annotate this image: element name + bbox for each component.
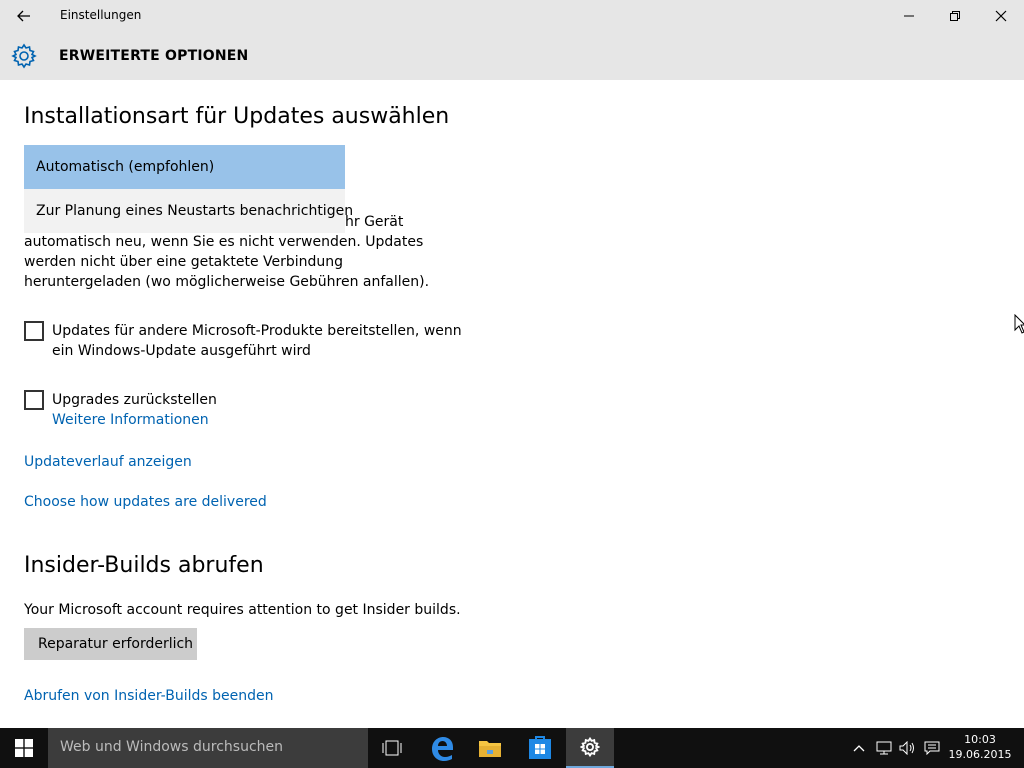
title-bar: Einstellungen (0, 0, 1024, 32)
settings-app-button[interactable] (566, 728, 614, 768)
mouse-cursor-icon (1014, 313, 1024, 338)
volume-button[interactable] (898, 728, 918, 768)
other-products-option[interactable]: Updates für andere Microsoft-Produkte be… (24, 321, 472, 361)
install-type-description: automatisch neu, wenn Sie es nicht verwe… (24, 234, 430, 290)
close-icon (995, 10, 1007, 22)
gear-icon (11, 43, 37, 69)
notification-icon (924, 741, 940, 755)
action-center-button[interactable] (922, 728, 942, 768)
defer-upgrades-label: Upgrades zurückstellen (52, 392, 217, 408)
file-explorer-button[interactable] (466, 728, 514, 768)
settings-content: Installationsart für Updates auswählen A… (0, 80, 1024, 728)
show-hidden-icons-button[interactable] (850, 728, 868, 768)
minimize-icon (904, 15, 914, 17)
clock[interactable]: 10:03 19.06.2015 (940, 732, 1020, 762)
insider-heading: Insider-Builds abrufen (24, 553, 264, 578)
repair-button[interactable]: Reparatur erforderlich (24, 628, 197, 660)
description-partial-text: hr Gerät (345, 214, 404, 230)
update-history-link[interactable]: Updateverlauf anzeigen (24, 454, 192, 470)
dropdown-option-automatic[interactable]: Automatisch (empfohlen) (24, 145, 345, 189)
network-button[interactable] (874, 728, 894, 768)
taskbar: Web und Windows durchsuchen 10:03 19.06.… (0, 728, 1024, 768)
page-header: ERWEITERTE OPTIONEN (0, 32, 1024, 80)
install-type-heading: Installationsart für Updates auswählen (24, 104, 450, 129)
windows-logo-icon (15, 739, 33, 757)
restore-button[interactable] (932, 0, 978, 32)
start-button[interactable] (0, 728, 48, 768)
search-box[interactable]: Web und Windows durchsuchen (48, 728, 368, 768)
search-placeholder: Web und Windows durchsuchen (60, 739, 284, 755)
speaker-icon (899, 741, 914, 755)
dropdown-option-notify-restart[interactable]: Zur Planung eines Neustarts benachrichti… (24, 189, 353, 233)
defer-upgrades-option[interactable]: Upgrades zurückstellen Weitere Informati… (24, 390, 217, 430)
settings-gear-icon (580, 737, 600, 757)
folder-icon (479, 741, 501, 757)
network-icon (876, 741, 892, 755)
clock-time: 10:03 (964, 733, 996, 746)
other-products-checkbox[interactable] (24, 321, 44, 341)
restore-icon (950, 11, 960, 21)
task-view-icon (382, 740, 402, 756)
store-button[interactable] (516, 728, 564, 768)
page-title: ERWEITERTE OPTIONEN (59, 48, 249, 64)
store-icon (529, 736, 551, 759)
back-arrow-icon[interactable] (10, 5, 38, 27)
minimize-button[interactable] (886, 0, 932, 32)
install-type-dropdown[interactable]: Automatisch (empfohlen) Zur Planung eine… (24, 145, 353, 233)
chevron-up-icon (853, 745, 865, 752)
delivery-options-link[interactable]: Choose how updates are delivered (24, 494, 267, 510)
stop-insider-link[interactable]: Abrufen von Insider-Builds beenden (24, 688, 273, 704)
clock-date: 19.06.2015 (948, 748, 1012, 761)
other-products-label: Updates für andere Microsoft-Produkte be… (52, 323, 462, 359)
insider-message: Your Microsoft account requires attentio… (24, 602, 461, 618)
window-title: Einstellungen (60, 8, 142, 22)
more-info-link[interactable]: Weitere Informationen (52, 410, 217, 430)
edge-icon (432, 737, 453, 761)
defer-upgrades-checkbox[interactable] (24, 390, 44, 410)
close-button[interactable] (978, 0, 1024, 32)
edge-browser-button[interactable] (418, 728, 466, 768)
task-view-button[interactable] (368, 728, 416, 768)
